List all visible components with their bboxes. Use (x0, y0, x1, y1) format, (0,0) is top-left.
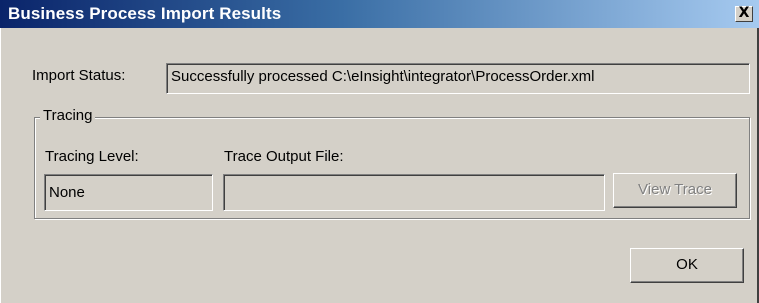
close-icon: X (738, 5, 750, 21)
trace-output-file-field (223, 174, 605, 211)
trace-output-file-label: Trace Output File: (224, 148, 344, 165)
window-left-border (0, 28, 1, 303)
tracing-level-label: Tracing Level: (45, 148, 139, 165)
view-trace-button[interactable]: View Trace (613, 173, 737, 208)
window-title: Business Process Import Results (8, 4, 282, 23)
import-status-label: Import Status: (32, 67, 126, 84)
tracing-level-field: None (44, 174, 213, 211)
close-button[interactable]: X (735, 6, 753, 22)
title-bar[interactable]: Business Process Import Results X (0, 0, 759, 28)
tracing-group-label: Tracing (40, 107, 96, 124)
import-results-dialog: Business Process Import Results X Import… (0, 0, 759, 303)
import-status-field: Successfully processed C:\eInsight\integ… (166, 63, 750, 94)
ok-button[interactable]: OK (630, 248, 744, 283)
